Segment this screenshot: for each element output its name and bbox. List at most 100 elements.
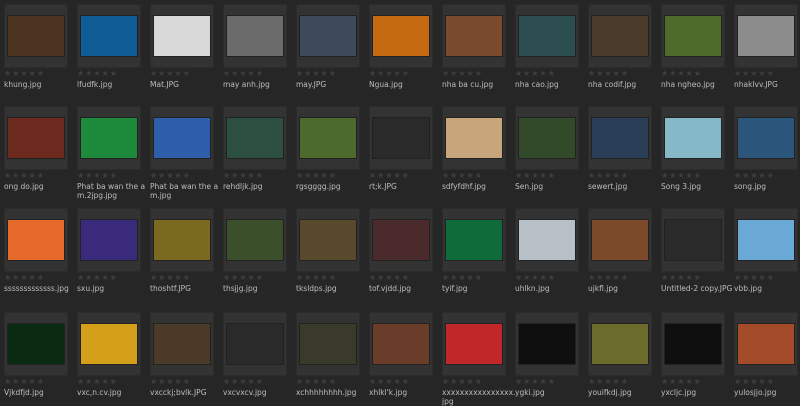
rating-stars[interactable]: ★★★★★ [223,172,291,180]
rating-stars[interactable]: ★★★★★ [4,274,72,282]
rating-stars[interactable]: ★★★★★ [515,378,583,386]
rating-stars[interactable]: ★★★★★ [588,172,656,180]
thumbnail-tile[interactable] [223,106,287,170]
thumbnail-item[interactable]: ★★★★★ rgsgggg.jpg [296,106,364,191]
rating-stars[interactable]: ★★★★★ [515,172,583,180]
rating-stars[interactable]: ★★★★★ [223,378,291,386]
thumbnail-tile[interactable] [734,4,798,68]
thumbnail-item[interactable]: ★★★★★ xhlkl'k.jpg [369,312,437,397]
rating-stars[interactable]: ★★★★★ [77,378,145,386]
thumbnail-tile[interactable] [369,4,433,68]
thumbnail-item[interactable]: ★★★★★ sssssssssssss.jpg [4,208,72,293]
rating-stars[interactable]: ★★★★★ [150,70,218,78]
thumbnail-item[interactable]: ★★★★★ tof.vjdd.jpg [369,208,437,293]
thumbnail-item[interactable]: ★★★★★ khung.jpg [4,4,72,89]
rating-stars[interactable]: ★★★★★ [150,378,218,386]
thumbnail-tile[interactable] [588,312,652,376]
rating-stars[interactable]: ★★★★★ [734,172,800,180]
thumbnail-item[interactable]: ★★★★★ Phat ba wan the am.jpg [150,106,218,200]
thumbnail-tile[interactable] [442,4,506,68]
thumbnail-tile[interactable] [223,208,287,272]
thumbnail-item[interactable]: ★★★★★ nha ngheo.jpg [661,4,729,89]
thumbnail-tile[interactable] [150,208,214,272]
rating-stars[interactable]: ★★★★★ [734,274,800,282]
rating-stars[interactable]: ★★★★★ [77,274,145,282]
thumbnail-tile[interactable] [296,4,360,68]
rating-stars[interactable]: ★★★★★ [588,274,656,282]
rating-stars[interactable]: ★★★★★ [661,172,729,180]
thumbnail-tile[interactable] [4,4,68,68]
thumbnail-item[interactable]: ★★★★★ Untitled-2 copy.JPG [661,208,732,293]
thumbnail-tile[interactable] [150,106,214,170]
rating-stars[interactable]: ★★★★★ [296,70,364,78]
thumbnail-item[interactable]: ★★★★★ xchhhhhhhh.jpg [296,312,364,397]
rating-stars[interactable]: ★★★★★ [442,274,510,282]
thumbnail-tile[interactable] [442,312,506,376]
rating-stars[interactable]: ★★★★★ [661,70,729,78]
rating-stars[interactable]: ★★★★★ [77,70,145,78]
thumbnail-item[interactable]: ★★★★★ vbb.jpg [734,208,800,293]
thumbnail-item[interactable]: ★★★★★ rehdljk.jpg [223,106,291,191]
thumbnail-tile[interactable] [77,208,141,272]
thumbnail-tile[interactable] [77,106,141,170]
rating-stars[interactable]: ★★★★★ [150,274,218,282]
thumbnail-item[interactable]: ★★★★★ yulosjjo.jpg [734,312,800,397]
thumbnail-item[interactable]: ★★★★★ Mat.JPG [150,4,218,89]
thumbnail-item[interactable]: ★★★★★ rt;k.JPG [369,106,437,191]
thumbnail-item[interactable]: ★★★★★ tyif.jpg [442,208,510,293]
thumbnail-item[interactable]: ★★★★★ tksldps.jpg [296,208,364,293]
thumbnail-tile[interactable] [150,312,214,376]
thumbnail-tile[interactable] [77,312,141,376]
thumbnail-tile[interactable] [661,312,725,376]
rating-stars[interactable]: ★★★★★ [296,172,364,180]
rating-stars[interactable]: ★★★★★ [442,70,510,78]
thumbnail-tile[interactable] [588,106,652,170]
thumbnail-tile[interactable] [369,106,433,170]
thumbnail-tile[interactable] [734,208,798,272]
rating-stars[interactable]: ★★★★★ [515,70,583,78]
thumbnail-item[interactable]: ★★★★★ nha codif.jpg [588,4,656,89]
rating-stars[interactable]: ★★★★★ [4,172,72,180]
thumbnail-tile[interactable] [515,4,579,68]
thumbnail-item[interactable]: ★★★★★ ujkfl.jpg [588,208,656,293]
thumbnail-tile[interactable] [515,106,579,170]
thumbnail-item[interactable]: ★★★★★ sewert.jpg [588,106,656,191]
rating-stars[interactable]: ★★★★★ [369,378,437,386]
thumbnail-item[interactable]: ★★★★★ Song 3.jpg [661,106,729,191]
rating-stars[interactable]: ★★★★★ [661,378,729,386]
thumbnail-item[interactable]: ★★★★★ sxu.jpg [77,208,145,293]
thumbnail-tile[interactable] [661,4,725,68]
rating-stars[interactable]: ★★★★★ [734,70,800,78]
thumbnail-tile[interactable] [661,208,725,272]
thumbnail-item[interactable]: ★★★★★ thsjjg.jpg [223,208,291,293]
thumbnail-tile[interactable] [4,312,68,376]
thumbnail-tile[interactable] [223,4,287,68]
rating-stars[interactable]: ★★★★★ [296,378,364,386]
rating-stars[interactable]: ★★★★★ [369,172,437,180]
thumbnail-item[interactable]: ★★★★★ xxxxxxxxxxxxxxxx.jpg [442,312,515,406]
thumbnail-tile[interactable] [442,208,506,272]
thumbnail-item[interactable]: ★★★★★ Ngua.jpg [369,4,437,89]
thumbnail-tile[interactable] [150,4,214,68]
thumbnail-tile[interactable] [588,4,652,68]
thumbnail-tile[interactable] [296,106,360,170]
thumbnail-tile[interactable] [661,106,725,170]
thumbnail-tile[interactable] [296,312,360,376]
thumbnail-item[interactable]: ★★★★★ lfudfk.jpg [77,4,145,89]
thumbnail-item[interactable]: ★★★★★ may.JPG [296,4,364,89]
rating-stars[interactable]: ★★★★★ [588,70,656,78]
thumbnail-item[interactable]: ★★★★★ nha ba cu.jpg [442,4,510,89]
thumbnail-item[interactable]: ★★★★★ song.jpg [734,106,800,191]
thumbnail-item[interactable]: ★★★★★ uhlkn.jpg [515,208,583,293]
rating-stars[interactable]: ★★★★★ [369,274,437,282]
thumbnail-item[interactable]: ★★★★★ youifkdj.jpg [588,312,656,397]
rating-stars[interactable]: ★★★★★ [150,172,218,180]
thumbnail-item[interactable]: ★★★★★ sdfyfdhf.jpg [442,106,510,191]
thumbnail-tile[interactable] [4,106,68,170]
thumbnail-item[interactable]: ★★★★★ nhaklvv.JPG [734,4,800,89]
thumbnail-item[interactable]: ★★★★★ yxcljc.jpg [661,312,729,397]
rating-stars[interactable]: ★★★★★ [4,70,72,78]
thumbnail-item[interactable]: ★★★★★ thoshtf.JPG [150,208,218,293]
thumbnail-tile[interactable] [4,208,68,272]
thumbnail-item[interactable]: ★★★★★ vxcvxcv.jpg [223,312,291,397]
